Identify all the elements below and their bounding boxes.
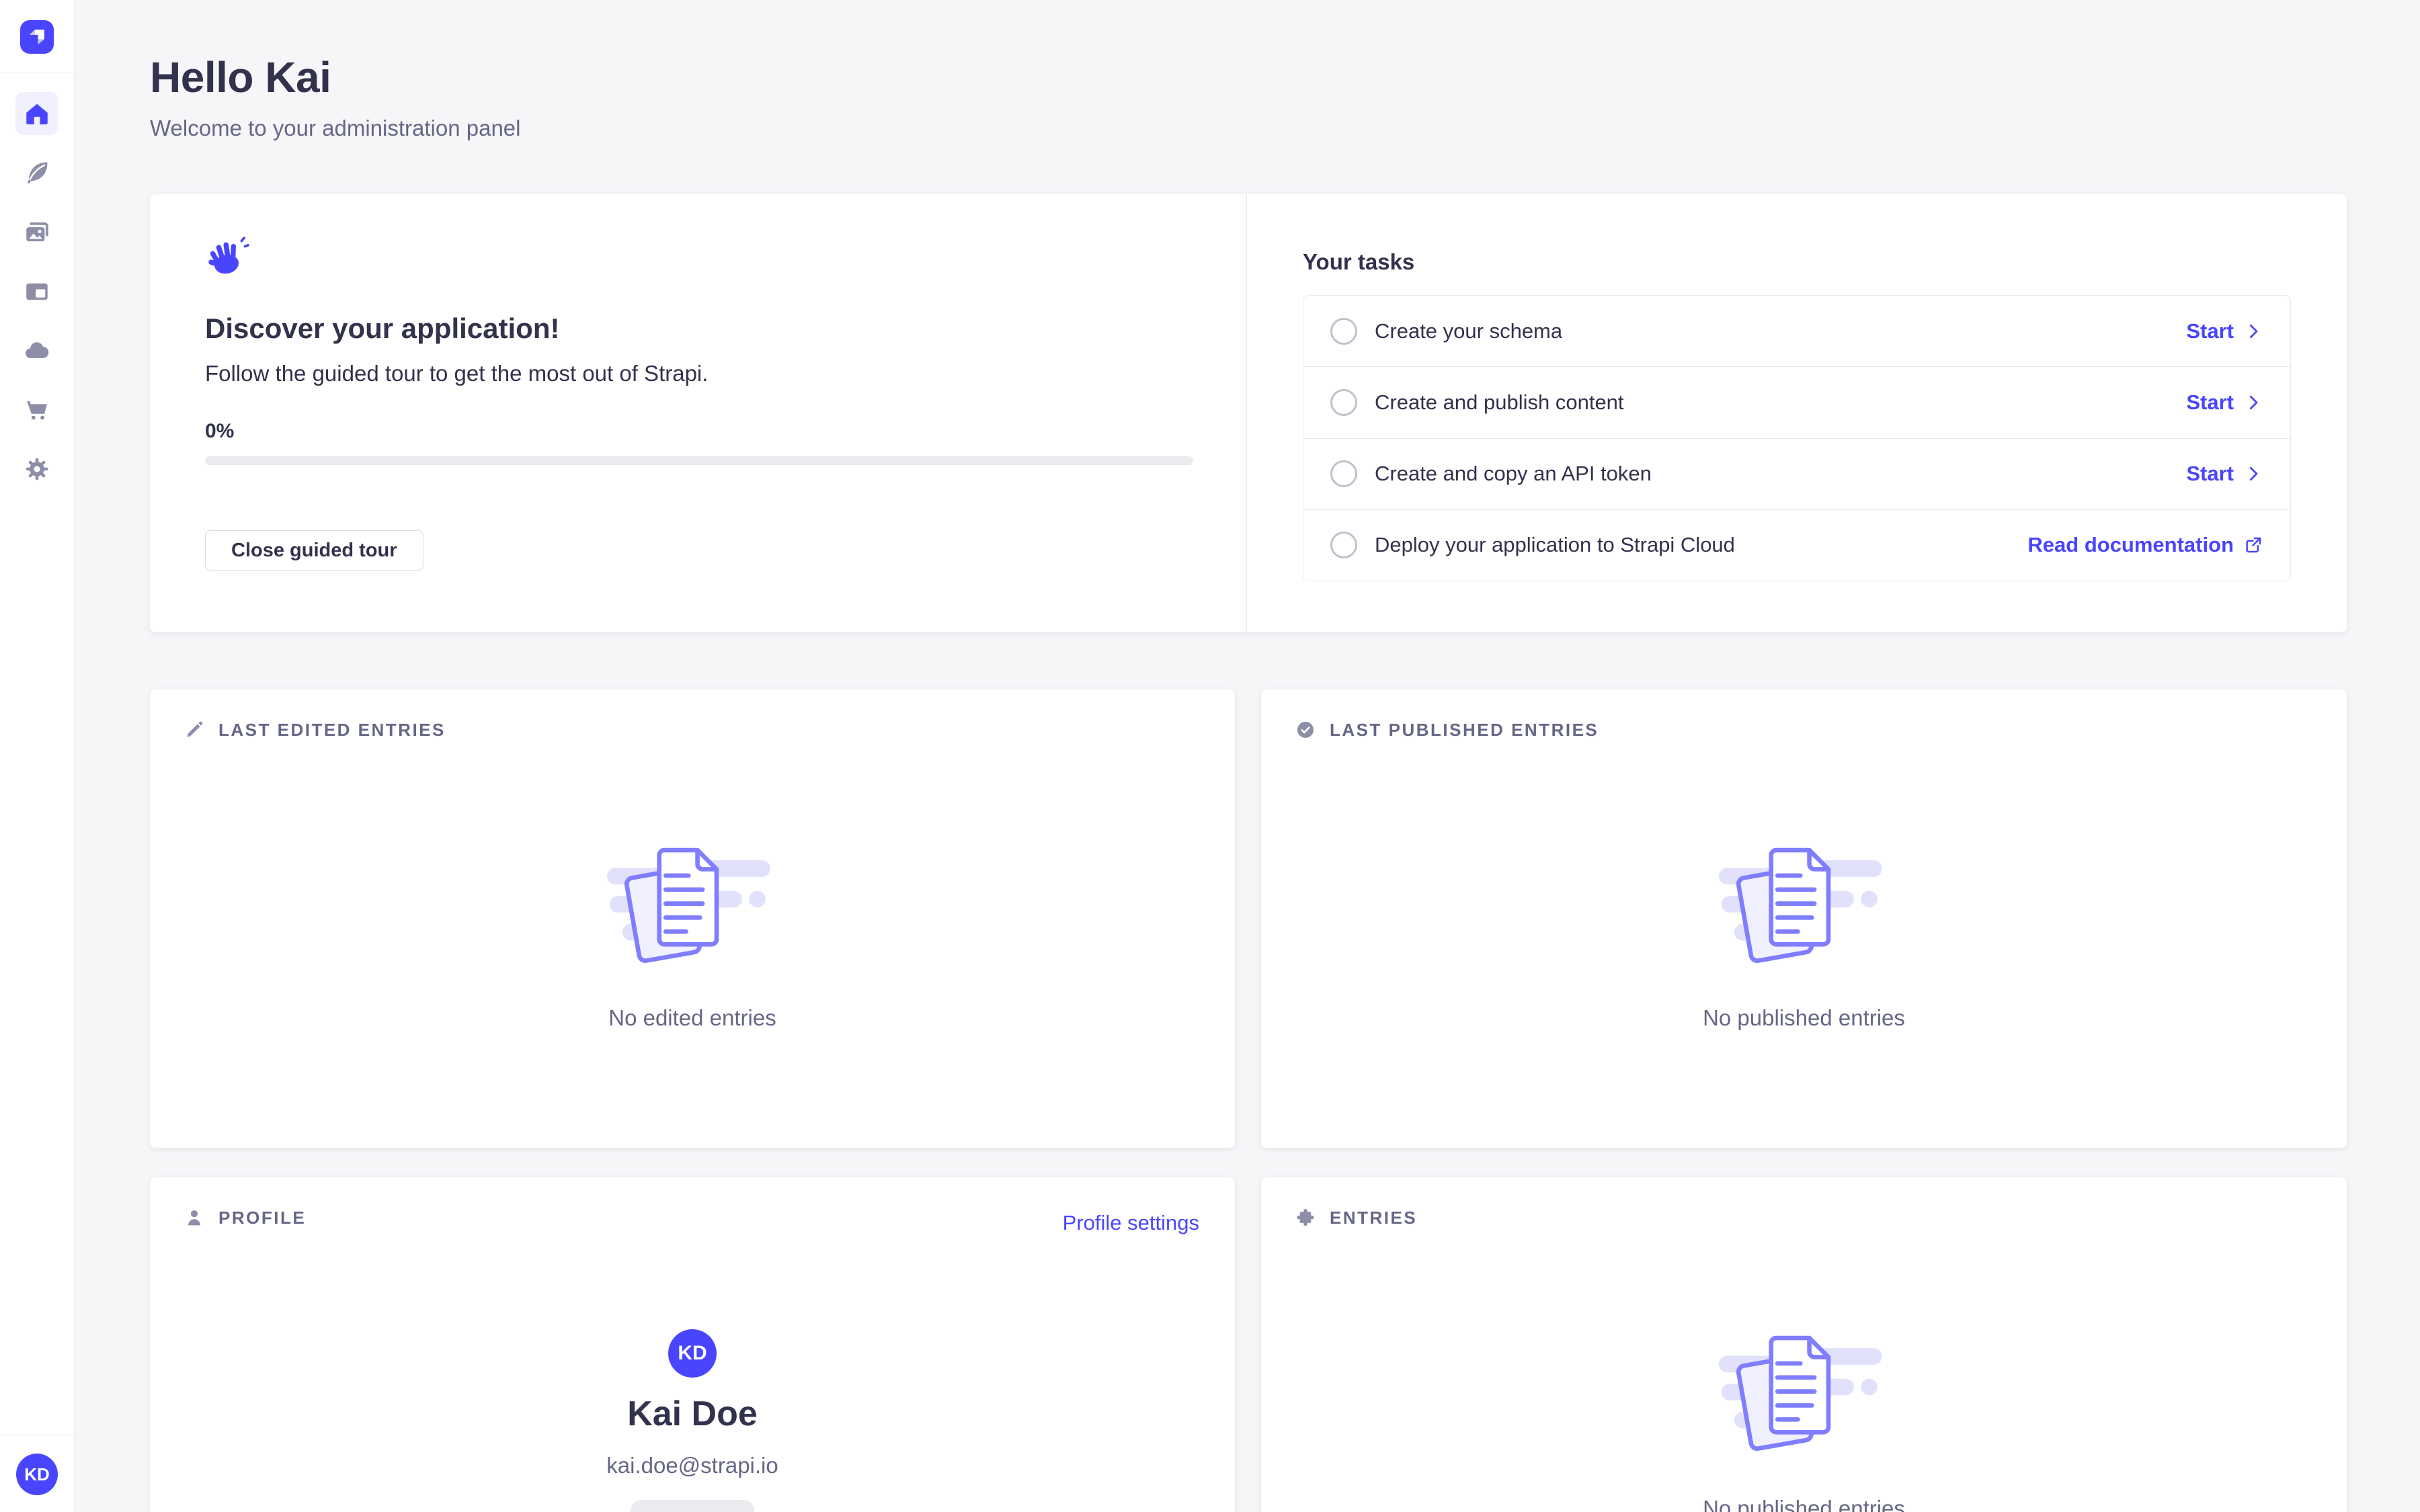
tour-subtitle: Follow the guided tour to get the most o… (205, 361, 708, 386)
widget-header: LAST PUBLISHED ENTRIES (1295, 719, 1599, 741)
widget-title: LAST PUBLISHED ENTRIES (1330, 720, 1599, 741)
last-edited-entries-card: LAST EDITED ENTRIES No edited ent (150, 689, 1235, 1148)
profile-name: Kai Doe (150, 1394, 1235, 1434)
profile-role-badge (631, 1500, 754, 1512)
content-type-builder-icon (23, 278, 51, 306)
task-start-link[interactable]: Start (2186, 390, 2263, 415)
profile-email: kai.doe@strapi.io (150, 1453, 1235, 1478)
profile-settings-link[interactable]: Profile settings (1063, 1211, 1199, 1235)
puzzle-icon (1295, 1207, 1316, 1228)
tour-progress-label: 0% (205, 420, 234, 443)
tasks-title: Your tasks (1303, 249, 1414, 275)
sidebar-item-media-library[interactable] (15, 211, 58, 254)
page-title: Hello Kai (150, 52, 331, 102)
task-label: Deploy your application to Strapi Cloud (1375, 533, 1735, 557)
sidebar-user-avatar[interactable]: KD (16, 1454, 58, 1495)
empty-state-text: No published entries (1261, 1496, 2347, 1512)
guided-tour-card: Discover your application! Follow the gu… (150, 194, 2347, 632)
task-start-link[interactable]: Start (2186, 462, 2263, 486)
settings-gear-icon (23, 455, 51, 483)
task-row: Create and publish content Start (1303, 367, 2290, 438)
entries-card: ENTRIES No published entries (1261, 1177, 2347, 1512)
home-icon (23, 99, 51, 128)
task-status-circle-icon (1330, 389, 1357, 416)
external-link-icon (2243, 535, 2263, 555)
strapi-logo-icon (20, 20, 54, 54)
widget-title: PROFILE (218, 1208, 306, 1228)
marketplace-cart-icon (23, 396, 51, 424)
task-action-label: Read documentation (2027, 533, 2234, 557)
chevron-right-icon (2243, 321, 2263, 341)
content-manager-feather-icon (23, 159, 51, 187)
empty-documents-illustration (607, 837, 778, 985)
tour-title: Discover your application! (205, 312, 559, 345)
cloud-icon (23, 337, 51, 365)
widget-title: ENTRIES (1330, 1208, 1417, 1228)
person-icon (184, 1207, 205, 1228)
task-label: Create your schema (1375, 319, 1562, 343)
task-read-documentation-link[interactable]: Read documentation (2027, 533, 2263, 557)
close-guided-tour-button[interactable]: Close guided tour (205, 530, 424, 571)
pencil-icon (184, 719, 205, 741)
media-library-icon (23, 218, 51, 247)
widget-header: ENTRIES (1295, 1207, 1417, 1228)
task-status-circle-icon (1330, 532, 1357, 558)
task-label: Create and publish content (1375, 390, 1624, 415)
chevron-right-icon (2243, 392, 2263, 413)
tour-progress-bar (205, 456, 1193, 465)
waving-hand-icon (205, 235, 251, 280)
empty-state-text: No published entries (1261, 1005, 2347, 1031)
task-row: Deploy your application to Strapi Cloud … (1303, 510, 2290, 581)
task-row: Create and copy an API token Start (1303, 439, 2290, 510)
task-row: Create your schema Start (1303, 296, 2290, 367)
widget-title: LAST EDITED ENTRIES (218, 720, 446, 741)
widget-header: LAST EDITED ENTRIES (184, 719, 446, 741)
empty-documents-illustration (1719, 1325, 1890, 1473)
widget-header: PROFILE (184, 1207, 306, 1228)
strapi-admin-dashboard: KD Hello Kai Welcome to your administrat… (0, 0, 2420, 1512)
last-published-entries-card: LAST PUBLISHED ENTRIES No publish (1261, 689, 2347, 1148)
sidebar: KD (0, 0, 75, 1512)
sidebar-item-content-manager[interactable] (15, 151, 58, 194)
sidebar-item-content-type-builder[interactable] (15, 270, 58, 313)
task-label: Create and copy an API token (1375, 462, 1652, 486)
page-subtitle: Welcome to your administration panel (150, 116, 521, 141)
sidebar-item-settings[interactable] (15, 448, 58, 491)
check-circle-icon (1295, 719, 1316, 741)
sidebar-item-cloud[interactable] (15, 329, 58, 372)
chevron-right-icon (2243, 464, 2263, 484)
empty-state-text: No edited entries (150, 1005, 1235, 1031)
sidebar-item-marketplace[interactable] (15, 388, 58, 431)
task-action-label: Start (2186, 319, 2234, 343)
tasks-list: Create your schema Start Create and publ… (1303, 295, 2291, 581)
sidebar-item-home[interactable] (15, 92, 58, 135)
profile-avatar: KD (668, 1329, 717, 1378)
task-action-label: Start (2186, 462, 2234, 486)
task-action-label: Start (2186, 390, 2234, 415)
task-status-circle-icon (1330, 460, 1357, 487)
empty-documents-illustration (1719, 837, 1890, 985)
strapi-logo[interactable] (20, 20, 54, 54)
tour-tasks-divider (1246, 194, 1247, 632)
task-status-circle-icon (1330, 318, 1357, 345)
task-start-link[interactable]: Start (2186, 319, 2263, 343)
profile-card: PROFILE Profile settings KD Kai Doe kai.… (150, 1177, 1235, 1512)
